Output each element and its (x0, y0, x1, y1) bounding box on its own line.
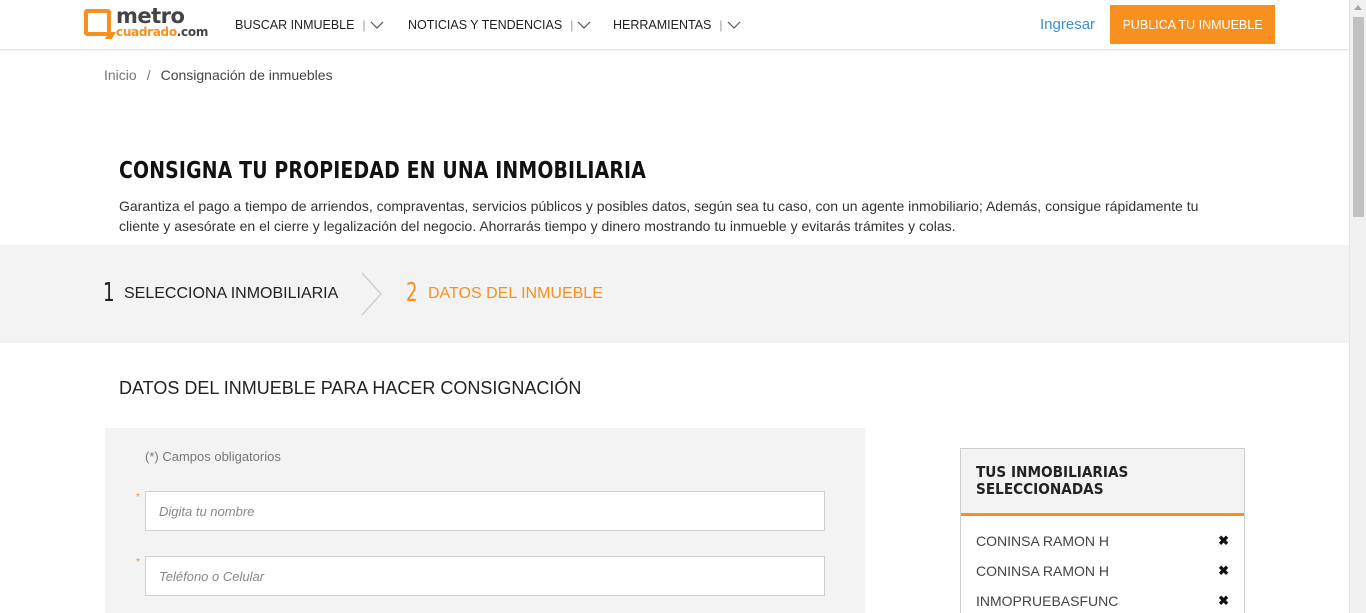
scroll-thumb[interactable] (1353, 17, 1364, 217)
chevron-down-icon (727, 21, 741, 30)
step-2-label: DATOS DEL INMUEBLE (428, 285, 603, 302)
breadcrumb-separator: / (146, 67, 151, 83)
breadcrumb-home-link[interactable]: Inicio (104, 67, 137, 83)
logo-text-cuadrado-word: cuadrado (116, 25, 177, 39)
nav-herramientas[interactable]: HERRAMIENTAS | (613, 0, 741, 50)
step-arrow-icon (360, 271, 384, 322)
logo-text-dotcom: .com (176, 25, 209, 39)
page: metro cuadrado.com BUSCAR INMUEBLE | NOT… (0, 0, 1366, 613)
remove-icon[interactable]: ✖ (1218, 593, 1229, 609)
agency-name: INMOPRUEBASFUNC (976, 593, 1119, 609)
scroll-up-icon[interactable] (1354, 5, 1362, 10)
logo-text-metro: metro (116, 4, 185, 28)
breadcrumb-current: Consignación de inmuebles (160, 67, 333, 83)
nav-noticias[interactable]: NOTICIAS Y TENDENCIAS | (408, 0, 591, 50)
nav-item-noticias[interactable]: NOTICIAS Y TENDENCIAS | (408, 18, 591, 32)
breadcrumb: Inicio / Consignación de inmuebles (104, 67, 333, 83)
required-fields-note: (*) Campos obligatorios (145, 449, 281, 464)
chevron-down-icon (577, 21, 591, 30)
required-mark: * (136, 492, 140, 503)
logo-text-cuadrado: cuadrado.com (116, 26, 208, 38)
nav-separator: | (362, 18, 366, 32)
nav-separator: | (570, 18, 574, 32)
nav-item-buscar[interactable]: BUSCAR INMUEBLE | (235, 18, 384, 32)
remove-icon[interactable]: ✖ (1218, 563, 1229, 579)
logo-mark-icon (84, 9, 111, 36)
list-item: INMOPRUEBASFUNC ✖ (976, 590, 1231, 612)
agency-name: CONINSA RAMON H (976, 563, 1110, 579)
page-title: CONSIGNA TU PROPIEDAD EN UNA INMOBILIARI… (119, 158, 646, 184)
phone-input[interactable] (145, 556, 825, 596)
form-title: DATOS DEL INMUEBLE PARA HACER CONSIGNACI… (119, 378, 582, 398)
steps-progress: 1 SELECCIONA INMOBILIARIA 2 DATOS DEL IN… (0, 245, 1349, 343)
selected-agencies-title: TUS INMOBILIARIAS SELECCIONADAS (961, 449, 1244, 516)
step-2-number: 2 (406, 278, 418, 308)
chevron-down-icon (370, 21, 384, 30)
nav-item-label: BUSCAR INMUEBLE (235, 18, 355, 32)
nav-separator: | (719, 18, 723, 32)
list-item: CONINSA RAMON H ✖ (976, 560, 1231, 582)
nav-buscar-inmueble[interactable]: BUSCAR INMUEBLE | (235, 0, 384, 50)
selected-agencies-panel: TUS INMOBILIARIAS SELECCIONADAS CONINSA … (960, 448, 1245, 613)
login-link[interactable]: Ingresar (1040, 16, 1095, 33)
remove-icon[interactable]: ✖ (1218, 533, 1229, 549)
consignment-form: (*) Campos obligatorios * * (105, 428, 865, 613)
list-item: CONINSA RAMON H ✖ (976, 530, 1231, 552)
agency-name: CONINSA RAMON H (976, 533, 1110, 549)
scrollbar[interactable] (1349, 0, 1366, 613)
nav-item-label: NOTICIAS Y TENDENCIAS (408, 18, 563, 32)
step-1-label[interactable]: SELECCIONA INMOBILIARIA (124, 285, 338, 303)
publish-property-button[interactable]: PUBLICA TU INMUEBLE (1110, 5, 1275, 44)
site-header: metro cuadrado.com BUSCAR INMUEBLE | NOT… (0, 0, 1349, 50)
nav-item-label: HERRAMIENTAS (613, 18, 712, 32)
nav-item-herramientas[interactable]: HERRAMIENTAS | (613, 18, 741, 32)
name-input[interactable] (145, 491, 825, 531)
selected-agencies-title-text: TUS INMOBILIARIAS SELECCIONADAS (976, 463, 1129, 498)
intro-description: Garantiza el pago a tiempo de arriendos,… (119, 198, 1199, 234)
step-1-number: 1 (103, 278, 115, 308)
site-logo[interactable]: metro cuadrado.com (84, 4, 209, 41)
required-mark: * (136, 557, 140, 568)
